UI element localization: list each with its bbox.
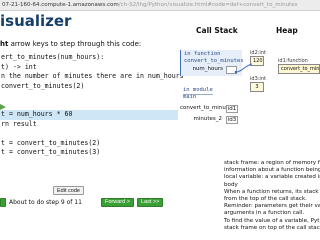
forward-button[interactable]: Forward > <box>101 198 134 207</box>
heap-value: 120 <box>250 56 264 66</box>
var-name: num_hours <box>192 66 223 72</box>
code-line: ert_to_minutes(num_hours): <box>1 53 105 61</box>
frame-var-num-hours: num_hours <box>181 66 243 75</box>
first-step-button-partial[interactable] <box>0 198 6 207</box>
heap-object-id1: id1:function convert_to_minutes <box>278 58 320 74</box>
var-value: id1 <box>226 105 238 113</box>
code-line: t = convert_to_minutes(3) <box>1 148 101 156</box>
url-path: /ch-S2/lhg/Python/visualize.html#code=de… <box>118 2 298 8</box>
url-host: 07-21-160-64.compute-1.amazonaws.com <box>2 2 119 8</box>
heap-id-label: id2:int <box>250 50 266 56</box>
code-line: t) -> int <box>1 62 37 71</box>
call-stack-header: Call Stack <box>196 26 238 35</box>
frame-var-minutes: minutes_2 id3 <box>180 116 242 125</box>
page-title: isualizer <box>0 12 72 30</box>
heap-value: convert_to_minutes <box>278 64 320 74</box>
glossary-note: stack frame: a region of memory for k inf… <box>224 160 320 232</box>
var-value: id3 <box>226 116 238 124</box>
note-line: information about a function being ex <box>224 167 320 174</box>
note-line: body <box>224 181 238 188</box>
code-listing: ert_to_minutes(num_hours): t) -> int n the… <box>0 53 184 158</box>
var-value <box>226 66 237 74</box>
heap-value: 3 <box>250 82 264 92</box>
step-status: About to do step 9 of 11 <box>9 199 82 206</box>
code-line: rn result <box>1 119 37 128</box>
active-stack-frame: in function convert_to_minutes num_hours <box>180 50 244 76</box>
frame-var-convert: convert_to_minutes id1 <box>180 105 242 114</box>
code-line: convert_to_minutes(2) <box>1 81 85 90</box>
instructions-rest: arrow keys to step through this code: <box>8 40 142 48</box>
note-line: To find the value of a variable, Python <box>224 217 320 224</box>
code-line: t = convert_to_minutes(2) <box>1 138 101 147</box>
note-line: arguments in a function call. <box>224 210 305 217</box>
note-line: When a function returns, its stack fram <box>224 188 320 195</box>
heap-object-id2: id2:int 120 <box>250 50 266 66</box>
note-line: stack frame: a region of memory for k <box>224 160 320 166</box>
edit-code-button[interactable]: Edit code <box>53 186 84 195</box>
heap-header: Heap <box>276 26 298 35</box>
frame-name-line2: main <box>183 94 197 100</box>
var-name: minutes_2 <box>193 116 222 122</box>
heap-id-label: id3:int <box>250 76 266 82</box>
note-line: from the top of the call stack. <box>224 196 307 203</box>
instructions-text: ht arrow keys to step through this code: <box>0 40 141 48</box>
note-line: local variable: a variable created insid <box>224 174 320 181</box>
code-line: n the number of minutes there are in num… <box>1 72 184 80</box>
frame-name-line2: convert_to_minutes <box>184 58 244 64</box>
var-name: convert_to_minutes <box>180 105 235 111</box>
last-button[interactable]: Last >> <box>137 198 164 207</box>
browser-url-bar[interactable]: 07-21-160-64.compute-1.amazonaws.com/ch-… <box>0 0 320 11</box>
frame-name-line1: in function <box>184 51 221 57</box>
code-line: t = num_hours * 60 <box>0 110 178 120</box>
note-line: stack frame on top of the call stack fo <box>224 224 320 231</box>
note-line: Reminder: parameters get their value <box>224 203 320 210</box>
heap-object-id3: id3:int 3 <box>250 76 266 92</box>
global-stack-frame: in module main convert_to_minutes id1 mi… <box>180 86 242 126</box>
